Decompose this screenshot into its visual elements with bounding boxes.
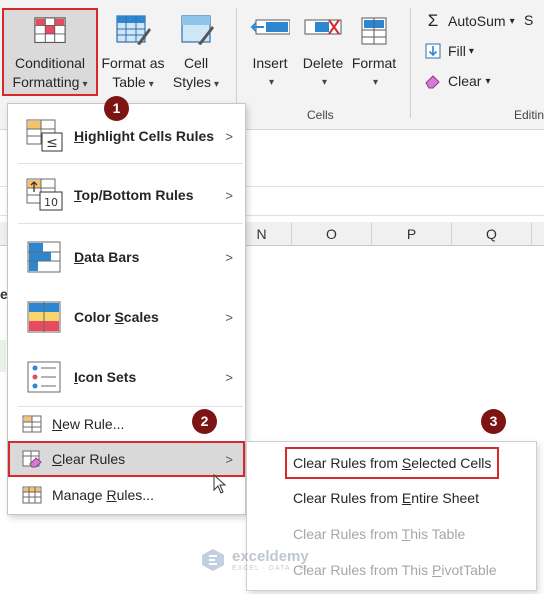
menu-item-label: Top/Bottom Rules: [74, 187, 194, 203]
chevron-right-icon: >: [225, 187, 233, 203]
cell-styles-icon: [181, 15, 214, 45]
menu-separator: [18, 406, 243, 407]
exceldemy-logo-icon: [202, 549, 224, 571]
menu-separator: [18, 163, 243, 164]
sort-filter-partial-label[interactable]: S: [524, 12, 533, 28]
delete-label: Delete: [302, 55, 344, 71]
row-fragment-cell: [0, 340, 6, 372]
menu-item-manage-rules[interactable]: Manage Rules...: [8, 481, 245, 509]
conditional-formatting-menu: ≤ Highlight Cells Rules > 10 Top/Bottom …: [7, 103, 246, 515]
cell-styles-button[interactable]: Cell Styles ▾: [170, 14, 222, 94]
fill-down-icon: [424, 42, 442, 60]
clear-button[interactable]: Clear ▾: [424, 72, 491, 90]
svg-text:10: 10: [44, 196, 58, 209]
column-header-q[interactable]: Q: [452, 222, 532, 246]
menu-item-label: Highlight Cells Rules: [74, 128, 215, 144]
data-bars-icon: [27, 241, 61, 273]
menu-item-label: Manage Rules...: [52, 487, 154, 503]
cell-styles-label-1: Cell: [183, 55, 209, 71]
step-badge-1: 1: [104, 96, 129, 121]
chevron-down-icon: ▾: [468, 45, 474, 57]
menu-item-label: Icon Sets: [74, 369, 137, 385]
format-as-table-icon: [116, 15, 151, 45]
insert-label: Insert: [252, 55, 288, 71]
submenu-item-clear-rules-pivottable: Clear Rules from This PivotTable: [293, 562, 497, 578]
chevron-down-icon: ▾: [372, 77, 379, 88]
format-label: Format: [351, 55, 397, 71]
menu-separator: [18, 223, 243, 224]
chevron-down-icon: ▾: [214, 79, 220, 90]
fill-label: Fill: [448, 43, 466, 59]
menu-item-color-scales[interactable]: Color Scales >: [8, 292, 245, 342]
submenu-item-clear-rules-entire-sheet[interactable]: Clear Rules from Entire Sheet: [293, 490, 479, 506]
conditional-formatting-icon: [34, 17, 66, 44]
conditional-formatting-label-2: Formatting ▾: [12, 74, 88, 90]
chevron-down-icon: ▾: [268, 77, 275, 88]
chevron-right-icon: >: [225, 128, 233, 144]
svg-text:≤: ≤: [46, 135, 58, 151]
manage-rules-icon: [22, 486, 42, 504]
format-button[interactable]: Format ▾: [349, 14, 399, 92]
menu-item-label: New Rule...: [52, 416, 125, 432]
new-rule-icon: [22, 415, 42, 433]
submenu-item-clear-rules-this-table: Clear Rules from This Table: [293, 526, 466, 542]
icon-sets-icon: [27, 361, 61, 393]
chevron-down-icon: ▾: [509, 15, 515, 27]
insert-button[interactable]: Insert ▾: [246, 14, 294, 92]
editing-group-label: Editin: [514, 108, 544, 122]
menu-item-highlight-cells-rules[interactable]: ≤ Highlight Cells Rules >: [8, 114, 245, 158]
delete-cells-icon: [304, 19, 342, 35]
watermark-text: exceldemy EXCEL · DATA · BI: [232, 548, 309, 572]
format-as-table-label-1: Format as: [101, 55, 165, 71]
ribbon-separator: [236, 8, 237, 118]
highlight-cells-rules-icon: ≤: [26, 119, 63, 152]
menu-item-data-bars[interactable]: Data Bars >: [8, 232, 245, 282]
menu-item-clear-rules[interactable]: Clear Rules >: [8, 441, 245, 477]
menu-item-label: Clear Rules: [52, 451, 126, 467]
chevron-right-icon: >: [225, 249, 233, 265]
step-badge-2: 2: [192, 409, 217, 434]
chevron-down-icon: ▾: [82, 79, 88, 90]
step-badge-3: 3: [481, 409, 506, 434]
eraser-icon: [424, 72, 442, 90]
clear-rules-icon: [22, 450, 42, 468]
format-as-table-button[interactable]: Format as Table ▾: [100, 14, 166, 94]
chevron-down-icon: ▾: [321, 77, 328, 88]
chevron-right-icon: >: [225, 369, 233, 385]
watermark-name: exceldemy: [232, 548, 309, 565]
clear-label: Clear: [448, 73, 482, 89]
conditional-formatting-label-1: Conditional: [14, 55, 86, 71]
watermark-subtitle: EXCEL · DATA · BI: [232, 565, 308, 572]
delete-button[interactable]: Delete ▾: [298, 14, 348, 92]
conditional-formatting-button[interactable]: Conditional Formatting ▾: [2, 8, 98, 96]
menu-item-icon-sets[interactable]: Icon Sets >: [8, 352, 245, 402]
fill-button[interactable]: Fill ▾: [424, 42, 474, 60]
menu-item-top-bottom-rules[interactable]: 10 Top/Bottom Rules >: [8, 172, 245, 218]
menu-item-label: Data Bars: [74, 249, 140, 265]
cells-group-label: Cells: [307, 108, 334, 122]
top-bottom-rules-icon: 10: [26, 178, 63, 211]
mouse-cursor-icon: [213, 474, 227, 494]
column-header-p[interactable]: P: [372, 222, 452, 246]
menu-item-label: Color Scales: [74, 309, 159, 325]
column-header-o[interactable]: O: [292, 222, 372, 246]
chevron-right-icon: >: [225, 451, 233, 467]
ribbon-separator: [410, 8, 411, 118]
autosum-label: AutoSum: [448, 13, 506, 29]
exceldemy-watermark: exceldemy EXCEL · DATA · BI: [200, 548, 309, 572]
format-cells-icon: [361, 17, 387, 45]
chevron-down-icon: ▾: [148, 79, 154, 90]
submenu-item-clear-rules-selected-cells[interactable]: Clear Rules from Selected Cells: [285, 447, 500, 479]
sigma-icon: Σ: [427, 11, 439, 30]
chevron-right-icon: >: [225, 309, 233, 325]
format-as-table-label-2: Table ▾: [112, 74, 154, 90]
insert-cells-icon: [250, 19, 290, 35]
autosum-button[interactable]: Σ AutoSum ▾: [424, 11, 515, 30]
color-scales-icon: [27, 301, 61, 333]
cell-styles-label-2: Styles ▾: [172, 74, 220, 90]
chevron-down-icon: ▾: [485, 75, 491, 87]
